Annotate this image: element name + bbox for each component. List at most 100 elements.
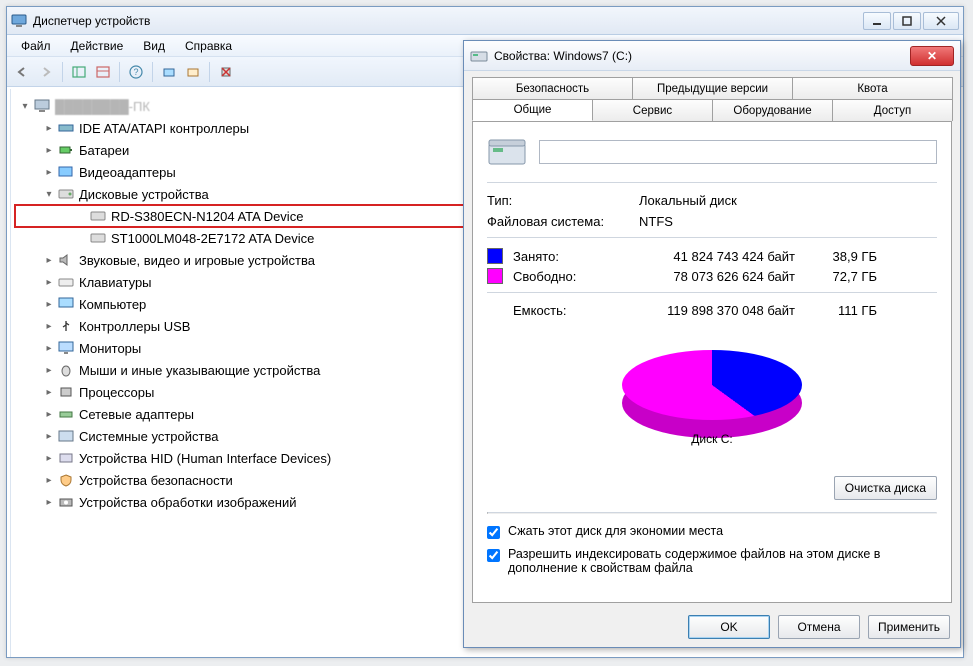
capacity-bytes: 119 898 370 048 байт — [637, 303, 807, 318]
tb-list-icon[interactable] — [92, 61, 114, 83]
shield-icon — [57, 472, 75, 488]
expand-icon[interactable]: ▸ — [43, 298, 55, 310]
used-swatch — [487, 248, 503, 264]
computer-icon — [11, 13, 27, 29]
expand-icon[interactable]: ▸ — [43, 320, 55, 332]
free-human: 72,7 ГБ — [807, 269, 877, 284]
disk-usage-pie: Диск C: — [487, 324, 937, 434]
dm-title: Диспетчер устройств — [33, 14, 863, 28]
disk-cleanup-button[interactable]: Очистка диска — [834, 476, 937, 500]
tb-panel-icon[interactable] — [68, 61, 90, 83]
tb-back-icon[interactable] — [11, 61, 33, 83]
index-checkbox-row[interactable]: Разрешить индексировать содержимое файло… — [487, 547, 937, 575]
tab-general[interactable]: Общие — [472, 99, 593, 121]
svg-text:?: ? — [133, 67, 138, 77]
cancel-button[interactable]: Отмена — [778, 615, 860, 639]
controller-icon — [57, 120, 75, 136]
free-label: Свободно: — [513, 269, 637, 284]
index-checkbox[interactable] — [487, 549, 500, 562]
free-bytes: 78 073 626 624 байт — [637, 269, 807, 284]
disk-icon — [89, 230, 107, 246]
tab-quota[interactable]: Квота — [792, 77, 953, 99]
close-button[interactable] — [923, 12, 959, 30]
tab-service[interactable]: Сервис — [592, 99, 713, 121]
mouse-icon — [57, 362, 75, 378]
menu-help[interactable]: Справка — [177, 37, 240, 55]
expand-icon[interactable]: ▸ — [43, 474, 55, 486]
computer-icon — [33, 98, 51, 114]
expand-icon[interactable]: ▸ — [43, 254, 55, 266]
type-value: Локальный диск — [639, 193, 799, 208]
tab-sharing[interactable]: Доступ — [832, 99, 953, 121]
battery-icon — [57, 142, 75, 158]
tb-uninstall-icon[interactable] — [215, 61, 237, 83]
tab-hardware[interactable]: Оборудование — [712, 99, 833, 121]
dm-titlebar[interactable]: Диспетчер устройств — [7, 7, 963, 35]
capacity-label: Емкость: — [487, 303, 637, 318]
disk-icon — [89, 208, 107, 224]
menu-action[interactable]: Действие — [63, 37, 132, 55]
used-bytes: 41 824 743 424 байт — [637, 249, 807, 264]
used-human: 38,9 ГБ — [807, 249, 877, 264]
tb-help-icon[interactable]: ? — [125, 61, 147, 83]
disk-icon — [57, 186, 75, 202]
cpu-icon — [57, 384, 75, 400]
keyboard-icon — [57, 274, 75, 290]
expand-icon[interactable]: ▸ — [43, 144, 55, 156]
disk-caption: Диск C: — [487, 432, 937, 446]
apply-button[interactable]: Применить — [868, 615, 950, 639]
hid-icon — [57, 450, 75, 466]
type-label: Тип: — [487, 193, 639, 208]
capacity-human: 111 ГБ — [807, 303, 877, 318]
props-titlebar[interactable]: Свойства: Windows7 (C:) ✕ — [464, 41, 960, 71]
tb-scan-icon[interactable] — [158, 61, 180, 83]
speaker-icon — [57, 252, 75, 268]
props-body: Безопасность Предыдущие версии Квота Общ… — [472, 77, 952, 603]
compress-label: Сжать этот диск для экономии места — [508, 524, 723, 538]
tab-previous-versions[interactable]: Предыдущие версии — [632, 77, 793, 99]
computer-icon — [57, 296, 75, 312]
expand-icon[interactable]: ▸ — [43, 430, 55, 442]
expand-icon[interactable]: ▸ — [43, 386, 55, 398]
collapse-icon[interactable]: ▾ — [43, 188, 55, 200]
tb-refresh-icon[interactable] — [182, 61, 204, 83]
expand-icon[interactable]: ▸ — [43, 166, 55, 178]
expand-icon[interactable]: ▸ — [43, 364, 55, 376]
menu-file[interactable]: Файл — [13, 37, 59, 55]
monitor-icon — [57, 340, 75, 356]
ok-button[interactable]: OK — [688, 615, 770, 639]
expand-icon[interactable]: ▸ — [43, 342, 55, 354]
props-close-button[interactable]: ✕ — [910, 46, 954, 66]
index-label: Разрешить индексировать содержимое файло… — [508, 547, 937, 575]
free-swatch — [487, 268, 503, 284]
drive-name-input[interactable] — [539, 140, 937, 164]
menu-view[interactable]: Вид — [135, 37, 173, 55]
drive-large-icon — [487, 134, 527, 170]
expand-icon[interactable]: ▸ — [43, 496, 55, 508]
expand-icon[interactable]: ▸ — [43, 452, 55, 464]
camera-icon — [57, 494, 75, 510]
fs-value: NTFS — [639, 214, 799, 229]
window-buttons — [863, 12, 959, 30]
tree-root-label: ████████-ПК — [55, 99, 150, 114]
usb-icon — [57, 318, 75, 334]
tab-security[interactable]: Безопасность — [472, 77, 633, 99]
used-label: Занято: — [513, 249, 637, 264]
props-footer: OK Отмена Применить — [688, 615, 950, 639]
expand-icon[interactable]: ▸ — [43, 276, 55, 288]
tab-panel-general: Тип:Локальный диск Файловая система:NTFS… — [472, 121, 952, 603]
drive-icon — [470, 48, 488, 64]
minimize-button[interactable] — [863, 12, 891, 30]
compress-checkbox[interactable] — [487, 526, 500, 539]
tabs-row-bottom: Общие Сервис Оборудование Доступ — [472, 99, 952, 121]
collapse-icon[interactable]: ▾ — [19, 100, 31, 112]
compress-checkbox-row[interactable]: Сжать этот диск для экономии места — [487, 524, 937, 539]
maximize-button[interactable] — [893, 12, 921, 30]
fs-label: Файловая система: — [487, 214, 639, 229]
tabs-row-top: Безопасность Предыдущие версии Квота — [472, 77, 952, 99]
network-icon — [57, 406, 75, 422]
expand-icon[interactable]: ▸ — [43, 122, 55, 134]
expand-icon[interactable]: ▸ — [43, 408, 55, 420]
tb-forward-icon[interactable] — [35, 61, 57, 83]
props-title: Свойства: Windows7 (C:) — [494, 49, 910, 63]
